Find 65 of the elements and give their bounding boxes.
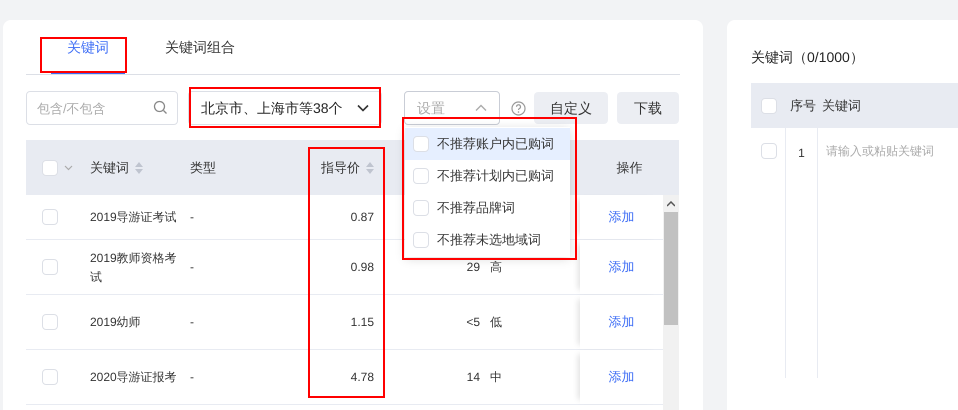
- column-header: 操作: [616, 158, 642, 177]
- checkbox[interactable]: [42, 259, 58, 275]
- checkbox[interactable]: [413, 200, 429, 216]
- panel-title: 关键词（0/1000）: [751, 49, 865, 66]
- competition-cell: 低: [490, 315, 502, 330]
- competition-cell: 中: [490, 370, 502, 384]
- checkbox[interactable]: [42, 369, 58, 385]
- checkbox[interactable]: [761, 143, 777, 159]
- type-cell: -: [190, 210, 194, 224]
- type-cell: -: [190, 315, 194, 330]
- search-volume-cell-text: <5: [466, 314, 480, 331]
- keyword-cell: 2019教师资格考试: [90, 250, 177, 284]
- add-link[interactable]: 添加: [608, 207, 634, 227]
- arrow-up-icon[interactable]: [667, 201, 675, 207]
- checkbox[interactable]: [42, 314, 58, 330]
- sort-icon[interactable]: [135, 162, 143, 174]
- region-select[interactable]: 北京市、上海市等38个: [188, 91, 382, 125]
- option-label: 不推荐账户内已购词: [437, 135, 554, 154]
- help-icon[interactable]: [511, 100, 526, 116]
- column-header: 序号: [789, 96, 817, 115]
- keyword-cell: 2019导游证考试: [90, 210, 177, 224]
- price-cell-text: 0.87: [350, 209, 374, 226]
- search-icon[interactable]: [153, 100, 168, 115]
- search-volume-cell-text: 14: [466, 369, 480, 386]
- keyword-cell: 2020导游证报考: [90, 370, 177, 384]
- dropdown-option[interactable]: 不推荐账户内已购词: [405, 128, 570, 160]
- tab[interactable]: 关键词: [51, 20, 125, 74]
- competition-cell: 高: [490, 260, 502, 274]
- chevron-down-icon[interactable]: [64, 164, 73, 170]
- dropdown-option[interactable]: 不推荐未选地域词: [405, 224, 570, 256]
- chevron-down-icon: [357, 104, 369, 112]
- type-cell: -: [190, 370, 194, 384]
- checkbox[interactable]: [413, 168, 429, 184]
- option-label: 不推荐计划内已购词: [437, 167, 554, 186]
- option-label: 不推荐未选地域词: [437, 231, 541, 250]
- option-label: 不推荐品牌词: [437, 199, 515, 218]
- column-header: 类型: [190, 158, 216, 177]
- checkbox[interactable]: [42, 209, 58, 225]
- dropdown-option[interactable]: 不推荐品牌词: [405, 192, 570, 224]
- checkbox[interactable]: [761, 98, 777, 114]
- toolbar-button[interactable]: 自定义: [534, 92, 608, 124]
- column-header[interactable]: 指导价: [321, 158, 374, 178]
- type-cell: -: [190, 260, 194, 274]
- checkbox[interactable]: [413, 232, 429, 248]
- search-volume-cell-text: 29: [466, 259, 480, 276]
- keyword-input[interactable]: 请输入或粘贴关键词: [826, 142, 958, 160]
- column-header: 关键词: [822, 96, 861, 115]
- price-cell-text: 4.78: [350, 369, 374, 386]
- toolbar-button[interactable]: 下载: [617, 92, 679, 124]
- price-cell-text: 0.98: [350, 259, 374, 276]
- keyword-cell: 2019幼师: [90, 315, 141, 330]
- checkbox[interactable]: [413, 136, 429, 152]
- dropdown-option[interactable]: 不推荐计划内已购词: [405, 160, 570, 192]
- add-link[interactable]: 添加: [608, 312, 634, 332]
- add-link[interactable]: 添加: [608, 257, 634, 277]
- search-field[interactable]: 包含/不包含: [26, 91, 178, 125]
- column-header[interactable]: 关键词: [90, 158, 143, 178]
- price-cell-text: 1.15: [350, 314, 374, 331]
- index-cell: 1: [798, 146, 805, 160]
- sort-icon[interactable]: [366, 162, 374, 174]
- tab[interactable]: 关键词组合: [165, 20, 235, 74]
- scrollbar[interactable]: [663, 195, 679, 410]
- add-link[interactable]: 添加: [608, 367, 634, 387]
- chevron-up-icon: [475, 104, 487, 112]
- checkbox[interactable]: [42, 160, 58, 176]
